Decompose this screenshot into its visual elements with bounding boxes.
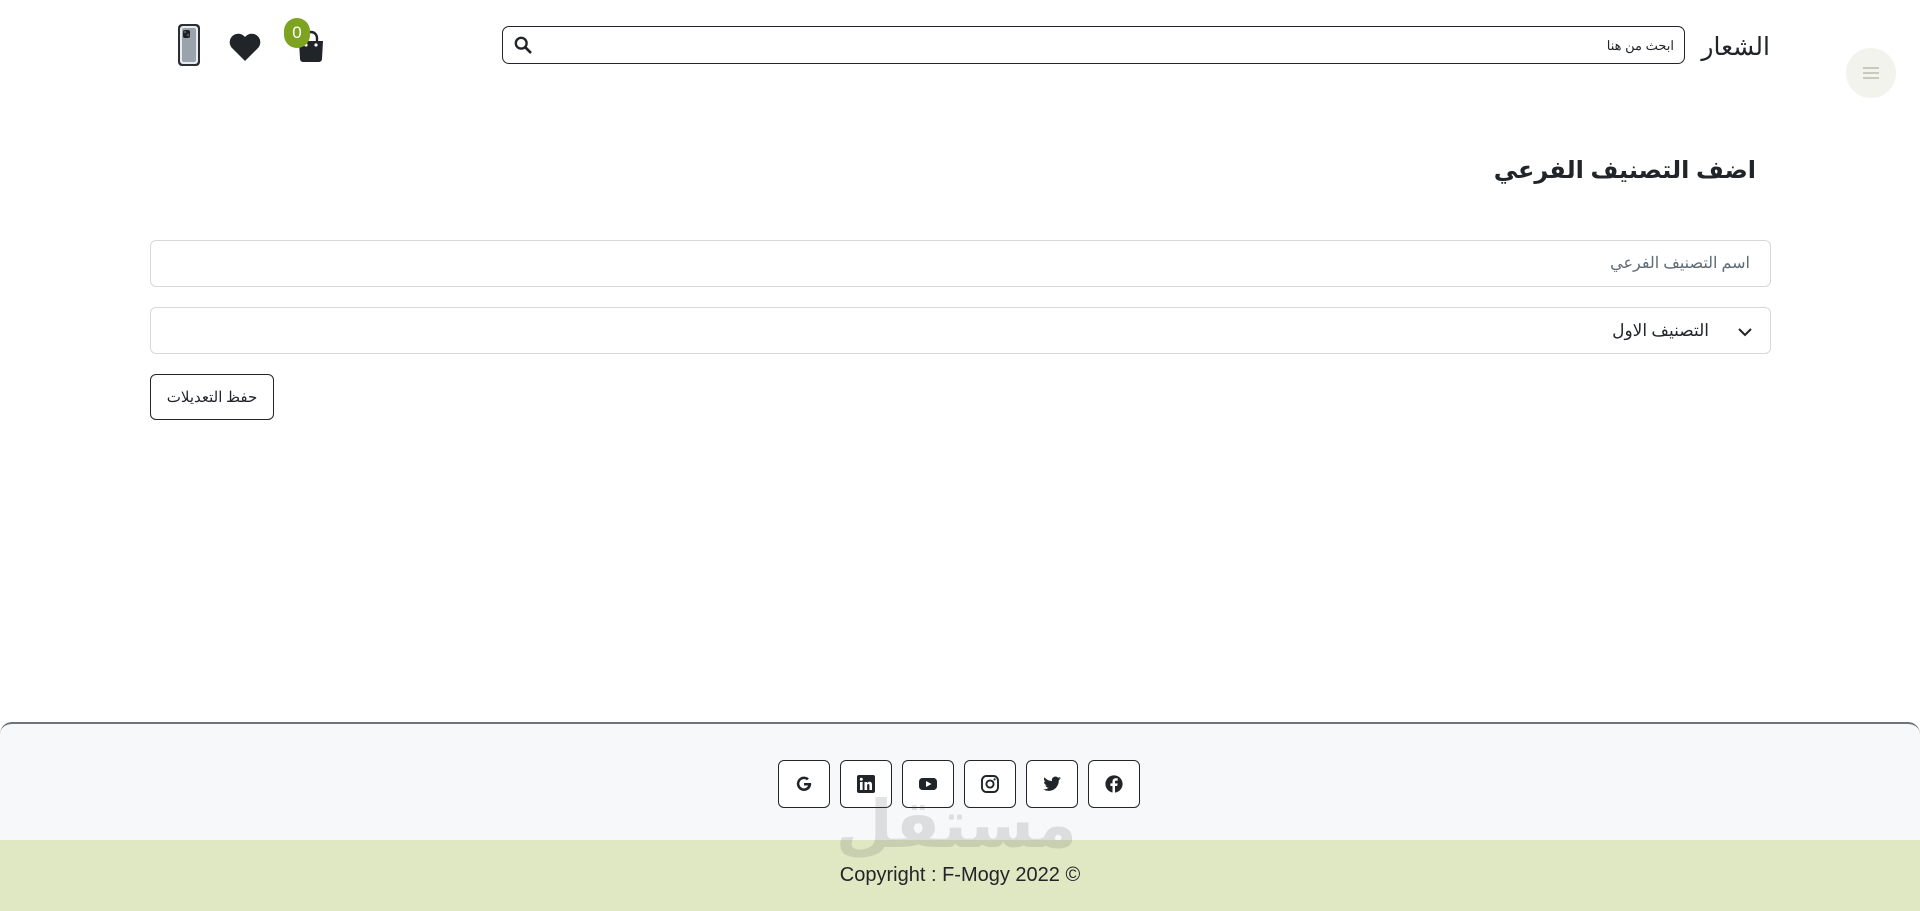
wishlist-button[interactable] (228, 32, 262, 62)
youtube-link[interactable] (902, 760, 954, 808)
profile-avatar[interactable] (174, 22, 206, 68)
social-links (778, 760, 1140, 808)
search-button[interactable] (507, 28, 539, 62)
youtube-icon (919, 778, 937, 790)
subcategory-name-input[interactable] (151, 241, 1770, 286)
brand-logo-text[interactable]: الشعار (1701, 32, 1770, 62)
twitter-link[interactable] (1026, 760, 1078, 808)
search-input[interactable] (539, 28, 1684, 62)
linkedin-icon (857, 775, 875, 793)
menu-toggle-button[interactable] (1846, 48, 1896, 98)
save-changes-button[interactable]: حفظ التعديلات (150, 374, 274, 420)
category-select[interactable]: التصنيف الاول (150, 307, 1771, 354)
page-title: اضف التصنيف الفرعي (1493, 157, 1756, 184)
copyright-text: Copyright : F-Mogy 2022 © (839, 864, 1081, 886)
instagram-link[interactable] (964, 760, 1016, 808)
subcategory-name-field (150, 240, 1771, 287)
cart-count-badge: 0 (284, 18, 310, 48)
instagram-icon (981, 775, 999, 793)
category-select-value: التصنيف الاول (1612, 320, 1709, 340)
header: الشعار 0 (0, 0, 1920, 100)
google-icon (796, 776, 812, 791)
chevron-down-icon (1738, 328, 1752, 337)
heart-icon (229, 33, 261, 61)
search-icon (514, 36, 532, 54)
copyright-bar: Copyright : F-Mogy 2022 © (0, 840, 1920, 911)
menu-icon (1863, 67, 1879, 79)
google-link[interactable] (778, 760, 830, 808)
phone-image (178, 24, 200, 66)
search-bar (502, 26, 1685, 64)
linkedin-link[interactable] (840, 760, 892, 808)
twitter-icon (1043, 776, 1061, 791)
facebook-icon (1105, 775, 1123, 793)
facebook-link[interactable] (1088, 760, 1140, 808)
